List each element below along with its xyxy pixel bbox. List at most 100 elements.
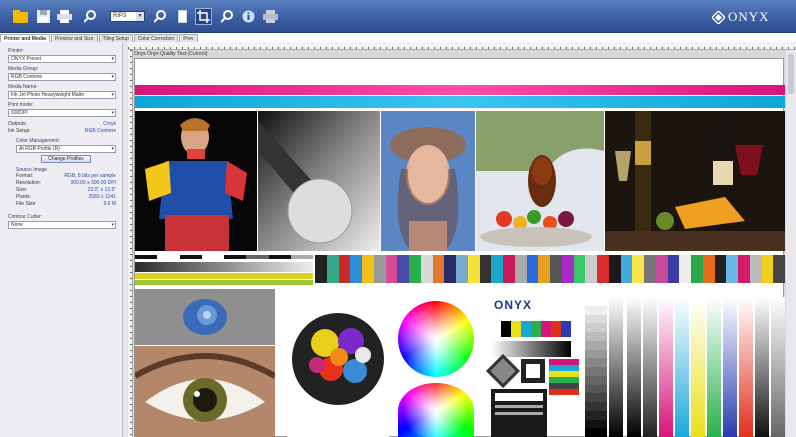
zoom-in-icon[interactable] [152, 8, 169, 25]
settings-panel: Printer: ONYX Preset ▾ Media Group: RGB C… [0, 42, 123, 437]
vertical-scrollbar[interactable] [786, 50, 796, 437]
test-print-sheet: ONYX [134, 58, 785, 437]
color-management-select[interactable]: At RGB Profile (R) ▾ [16, 145, 116, 153]
print-mode-label: Print mode: [8, 102, 34, 108]
file-size-row: File Size: 9.6 M [16, 201, 116, 208]
photo-model-sweater [135, 111, 257, 251]
contour-cutter-value: None [11, 222, 23, 228]
ink-setup-label: Ink Setup: [8, 128, 31, 134]
pixels-row: Pixels: 2583 x 1241 [16, 194, 116, 201]
pixels-value: 2583 x 1241 [88, 194, 116, 200]
size-value: 23.0" x 13.5" [87, 187, 116, 193]
outputs-row: Outputs: Cmyk [8, 121, 116, 128]
zoom-value: RIP3 [113, 13, 127, 19]
chevron-down-icon: ▾ [111, 92, 114, 98]
photo-golf-ball [258, 111, 380, 251]
photo-wine-cheese [605, 111, 785, 251]
application-window: RIP3 ▼ ONYX Printer and Media Preview an… [0, 0, 796, 437]
photo-woman-beret [381, 111, 475, 251]
ink-setup-row: Ink Setup: RGB Contone [8, 128, 116, 135]
tab-color-correction[interactable]: Color Correction [133, 34, 179, 42]
horizontal-ruler [128, 42, 796, 50]
search-icon[interactable] [82, 8, 99, 25]
color-wheel-bottom [398, 383, 474, 437]
onyx-logo: ONYX [712, 9, 770, 24]
photo-flowers-bowl [287, 291, 389, 437]
tab-printer-and-media[interactable]: Printer and Media [0, 34, 50, 42]
chevron-down-icon: ▾ [111, 56, 114, 62]
media-group-select[interactable]: RGB Contone ▾ [8, 73, 116, 81]
outputs-label: Outputs: [8, 121, 27, 127]
resolution-row: Resolution: 300.00 x 300.00 DPI [16, 180, 116, 187]
vertical-color-ramps [627, 297, 785, 437]
tab-preview-and-size[interactable]: Preview and Size [50, 34, 98, 42]
page-icon[interactable] [174, 8, 191, 25]
tab-prev[interactable]: Prev [179, 34, 198, 42]
small-color-bars [491, 321, 571, 337]
format-label: Format: [16, 173, 34, 179]
onyx-text: ONYX [494, 298, 533, 312]
resolution-label: Resolution: [16, 180, 42, 186]
chevron-down-icon: ▾ [111, 110, 114, 116]
chevron-down-icon: ▾ [111, 74, 114, 80]
printer-value: ONYX Preset [11, 56, 42, 62]
scrollbar-thumb[interactable] [788, 54, 794, 94]
zoom-out-icon[interactable] [219, 8, 236, 25]
open-folder-icon[interactable] [12, 8, 29, 25]
cyan-gradient-bar [135, 96, 785, 108]
printer-select[interactable]: ONYX Preset ▾ [8, 55, 116, 63]
contour-cutter-select[interactable]: None ▾ [8, 221, 116, 229]
vertical-gradient [609, 297, 623, 437]
document-title: Onyx Onyx Quality Test (Current) [134, 51, 208, 57]
color-wheel-top [398, 301, 474, 377]
registration-diamond [486, 354, 520, 388]
gray-step-strip [135, 255, 313, 259]
green-bar [135, 280, 313, 285]
file-size-value: 9.6 M [103, 201, 116, 207]
zoom-dropdown[interactable]: RIP3 ▼ [110, 11, 145, 22]
ink-setup-value[interactable]: RGB Contone [85, 128, 116, 135]
format-value: RGB, 8 bits per sample [64, 173, 116, 179]
media-name-select[interactable]: Ink Jet Photo Heavyweight Matte ▾ [8, 91, 116, 99]
pixels-label: Pixels: [16, 194, 31, 200]
logo-text: ONYX [728, 9, 770, 24]
info-icon[interactable] [240, 8, 257, 25]
settings-tabs: Printer and Media Preview and Size Tilin… [0, 34, 200, 42]
resolution-value: 300.00 x 300.00 DPI [70, 180, 116, 186]
contour-cutter-label: Contour Cutter: [8, 214, 43, 220]
vertical-ruler [128, 50, 133, 437]
photo-shell [135, 289, 275, 345]
printer-icon[interactable] [262, 8, 279, 25]
color-management-value: At RGB Profile (R) [19, 146, 60, 152]
tab-tiling-setup[interactable]: Tiling Setup [98, 34, 133, 42]
mini-patch-grid [549, 359, 579, 395]
color-management-group: Color Management: At RGB Profile (R) ▾ Ch… [16, 138, 116, 208]
chevron-down-icon: ▾ [111, 222, 114, 228]
file-size-label: File Size: [16, 201, 37, 207]
size-label: Size: [16, 187, 28, 193]
crop-icon[interactable] [195, 8, 212, 25]
format-row: Format: RGB, 8 bits per sample [16, 173, 116, 180]
print-mode-value: 600DPI [11, 110, 28, 116]
media-name-label: Media Name: [8, 84, 38, 90]
color-management-label: Color Management: [16, 138, 60, 144]
magenta-gradient-bar [135, 85, 785, 95]
media-group-value: RGB Contone [11, 74, 43, 80]
photo-eye [135, 346, 275, 437]
change-profiles-button[interactable]: Change Profiles [41, 155, 91, 163]
photo-violin-fruit [476, 111, 604, 251]
printer-label: Printer: [8, 48, 25, 54]
gray-gradient-bar [135, 262, 313, 272]
print-mode-select[interactable]: 600DPI ▾ [8, 109, 116, 117]
yellow-label-bar [135, 273, 313, 279]
onyx-label: ONYX [494, 298, 532, 312]
dark-text-box [491, 389, 547, 437]
preview-canvas[interactable]: Onyx Onyx Quality Test (Current) ONYX [128, 42, 796, 437]
print-icon[interactable] [56, 8, 73, 25]
media-name-value: Ink Jet Photo Heavyweight Matte [11, 92, 85, 98]
media-group-label: Media Group: [8, 66, 39, 72]
outputs-value[interactable]: Cmyk [103, 121, 116, 128]
color-patch-strip [315, 255, 785, 283]
chevron-down-icon: ▾ [111, 146, 114, 152]
save-icon[interactable] [35, 8, 52, 25]
